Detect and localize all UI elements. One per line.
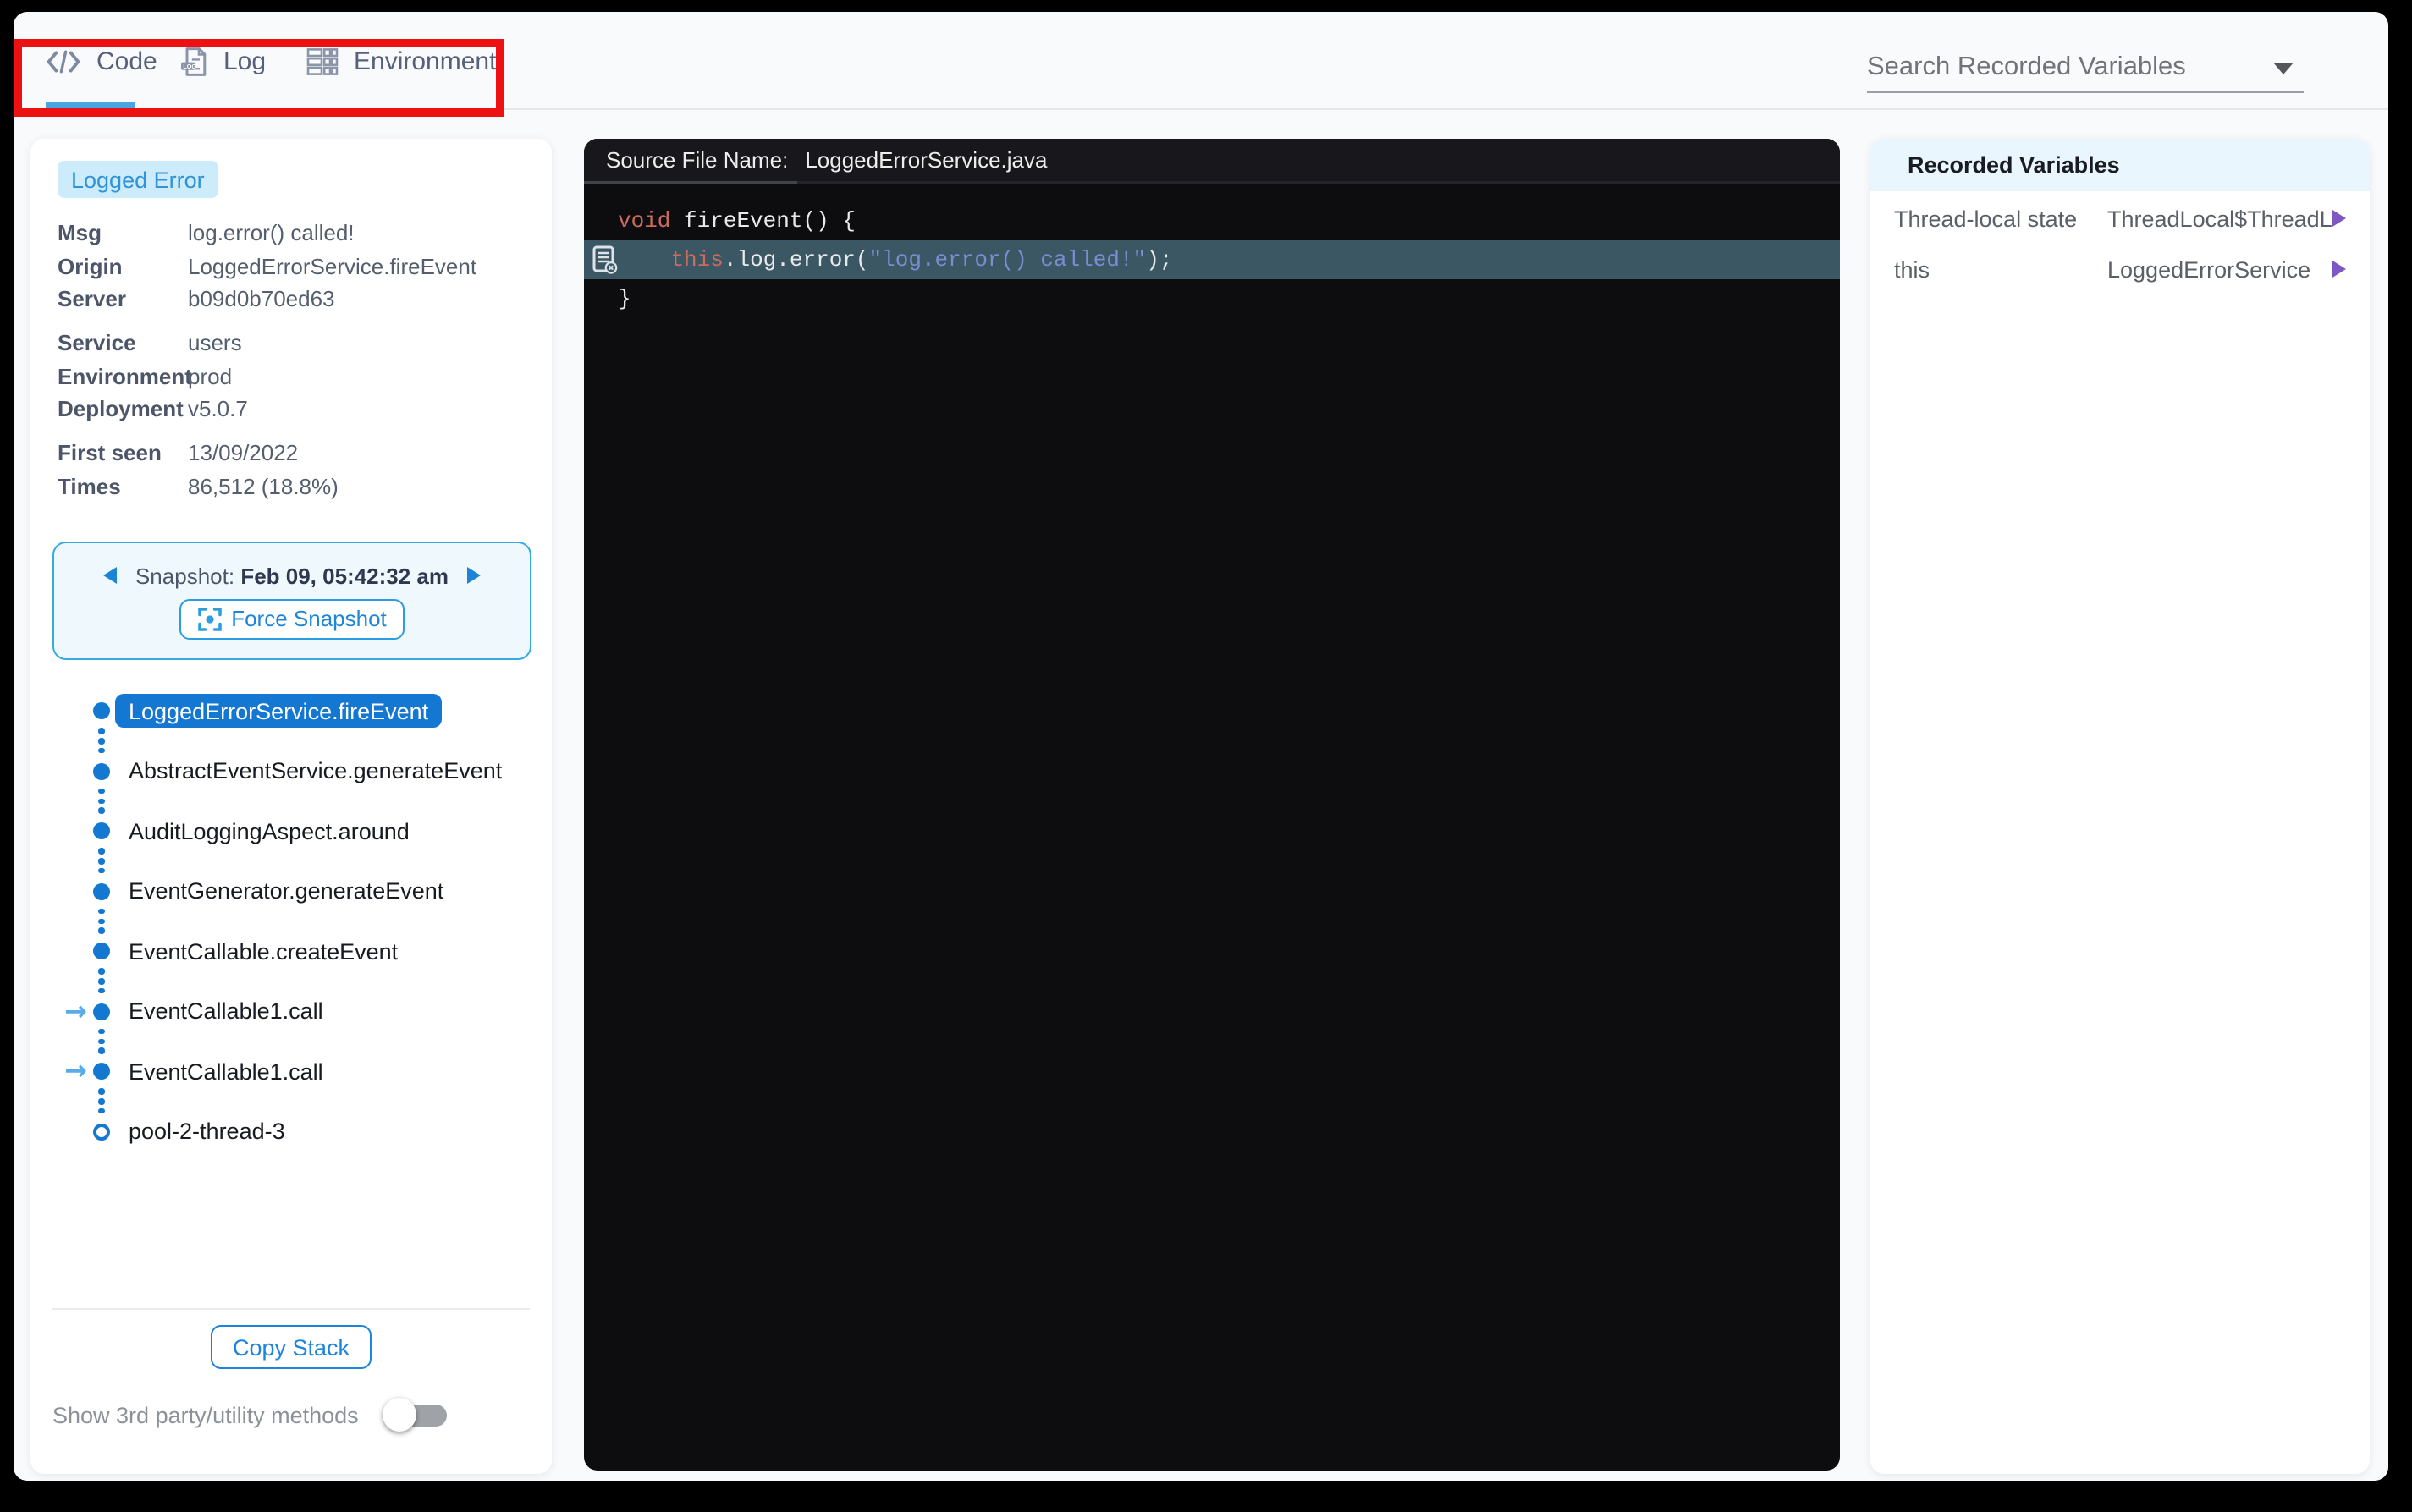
log-icon: LOG [179, 45, 208, 77]
recorded-variables-header: Recorded Variables [1870, 139, 2370, 191]
code-line-2-highlighted[interactable]: this.log.error("log.error() called!"); [584, 240, 1840, 279]
tab-code-label: Code [96, 47, 157, 75]
stack-connector-dots [93, 968, 110, 994]
snapshot-navigator: Snapshot: Feb 09, 05:42:32 am Force Snap… [52, 542, 531, 660]
environment-icon [306, 47, 339, 75]
error-details-panel: Logged Error Msg log.error() called! Ori… [30, 139, 552, 1474]
field-row-times: Times 86,512 (18.8%) [58, 470, 535, 503]
force-snapshot-button[interactable]: Force Snapshot [179, 598, 405, 639]
thread-dot-icon [93, 1123, 110, 1140]
error-primary-fields: Msg log.error() called! Origin LoggedErr… [58, 217, 535, 316]
stack-frame-dot-icon [93, 822, 110, 839]
stack-frame[interactable]: LoggedErrorService.fireEvent [30, 694, 552, 728]
expand-variable-icon[interactable] [2332, 261, 2346, 278]
active-tab-indicator [46, 102, 135, 108]
tab-environment[interactable]: Environment [306, 12, 496, 110]
stack-connector-dots [93, 788, 110, 814]
stack-frame[interactable]: → EventCallable1.call [30, 1054, 552, 1088]
stack-frame-dot-icon [93, 943, 110, 959]
code-icon [46, 48, 81, 74]
stack-frame-dot-icon [93, 762, 110, 779]
stack-frame[interactable]: AuditLoggingAspect.around [30, 814, 552, 848]
stack-frame-dot-icon [93, 702, 110, 719]
recorded-variables-panel: Recorded Variables Thread-local state Th… [1870, 139, 2370, 1474]
error-stats-fields: First seen 13/09/2022 Times 86,512 (18.8… [58, 437, 535, 503]
error-deployment-fields: Service users Environment prod Deploymen… [58, 327, 535, 426]
tab-environment-label: Environment [354, 47, 496, 75]
stack-frame-dot-icon [93, 1003, 110, 1020]
tab-log[interactable]: LOG Log [179, 12, 266, 110]
snapshot-nav-row: Snapshot: Feb 09, 05:42:32 am [103, 563, 481, 588]
snapshot-next-button[interactable] [467, 567, 481, 584]
stack-frame[interactable]: EventCallable.createEvent [30, 934, 552, 968]
field-row-server: Server b09d0b70ed63 [58, 283, 535, 316]
third-party-toggle-label: Show 3rd party/utility methods [52, 1402, 359, 1427]
snapshot-prev-button[interactable] [103, 567, 117, 584]
source-file-label: Source File Name: [606, 147, 788, 173]
stack-frame-label-selected: LoggedErrorService.fireEvent [115, 694, 442, 728]
variable-row[interactable]: this LoggedErrorService [1870, 244, 2370, 294]
tab-log-label: Log [223, 47, 266, 75]
search-placeholder: Search Recorded Variables [1867, 52, 2186, 83]
app-window: Code LOG Log [0, 0, 2412, 1512]
expand-variable-icon[interactable] [2332, 210, 2346, 227]
third-party-toggle-row: Show 3rd party/utility methods [52, 1394, 447, 1435]
logged-error-badge: Logged Error [58, 161, 218, 198]
page: Code LOG Log [14, 12, 2388, 1481]
field-row-origin: Origin LoggedErrorService.fireEvent [58, 250, 535, 283]
force-snapshot-label: Force Snapshot [231, 606, 387, 631]
code-editor: Source File Name: LoggedErrorService.jav… [584, 139, 1840, 1471]
stack-frame-dot-icon [93, 1063, 110, 1080]
stack-connector-dots [93, 728, 110, 754]
stack-connector-dots [93, 1088, 110, 1114]
code-line-3: } [584, 279, 1840, 318]
source-file-header: Source File Name: LoggedErrorService.jav… [584, 139, 1840, 181]
source-file-name: LoggedErrorService.java [805, 147, 1047, 173]
stack-frame-thread[interactable]: pool-2-thread-3 [30, 1114, 552, 1148]
field-row-environment: Environment prod [58, 360, 535, 393]
stack-connector-dots [93, 908, 110, 934]
chevron-down-icon [2273, 62, 2294, 74]
stack-connector-dots [93, 1028, 110, 1054]
tab-code[interactable]: Code [46, 12, 157, 110]
recorded-variables-title: Recorded Variables [1908, 152, 2120, 178]
snapshot-gutter-icon[interactable] [592, 245, 618, 274]
toggle-knob [383, 1398, 416, 1432]
stack-frame[interactable]: EventGenerator.generateEvent [30, 874, 552, 908]
stack-frame[interactable]: → EventCallable1.call [30, 994, 552, 1028]
search-recorded-variables-select[interactable]: Search Recorded Variables [1867, 44, 2304, 93]
stack-trace-list: LoggedErrorService.fireEvent AbstractEve… [30, 694, 552, 1148]
snapshot-label: Snapshot: Feb 09, 05:42:32 am [135, 563, 449, 588]
code-line-1: void fireEvent() { [584, 201, 1840, 240]
copy-stack-button[interactable]: Copy Stack [211, 1325, 372, 1369]
field-row-msg: Msg log.error() called! [58, 217, 535, 250]
editor-header-divider-highlight [584, 181, 797, 184]
snapshot-datetime: Feb 09, 05:42:32 am [240, 563, 449, 588]
stack-frame-dot-icon [93, 882, 110, 899]
variable-row[interactable]: Thread-local state ThreadLocal$ThreadL… [1870, 193, 2370, 244]
field-row-first-seen: First seen 13/09/2022 [58, 437, 535, 470]
divider [52, 1308, 530, 1310]
field-row-service: Service users [58, 327, 535, 360]
third-party-toggle-switch[interactable] [386, 1398, 447, 1432]
current-frame-arrow-icon: → [64, 994, 87, 1028]
recorded-variables-rows: Thread-local state ThreadLocal$ThreadL… … [1870, 191, 2370, 294]
current-frame-arrow-icon: → [64, 1054, 87, 1088]
stack-connector-dots [93, 848, 110, 874]
svg-text:LOG: LOG [183, 62, 196, 69]
capture-icon [197, 607, 221, 630]
stack-frame[interactable]: AbstractEventService.generateEvent [30, 754, 552, 788]
code-area[interactable]: void fireEvent() { this.log.error("log.e… [584, 181, 1840, 318]
field-row-deployment: Deployment v5.0.7 [58, 393, 535, 426]
